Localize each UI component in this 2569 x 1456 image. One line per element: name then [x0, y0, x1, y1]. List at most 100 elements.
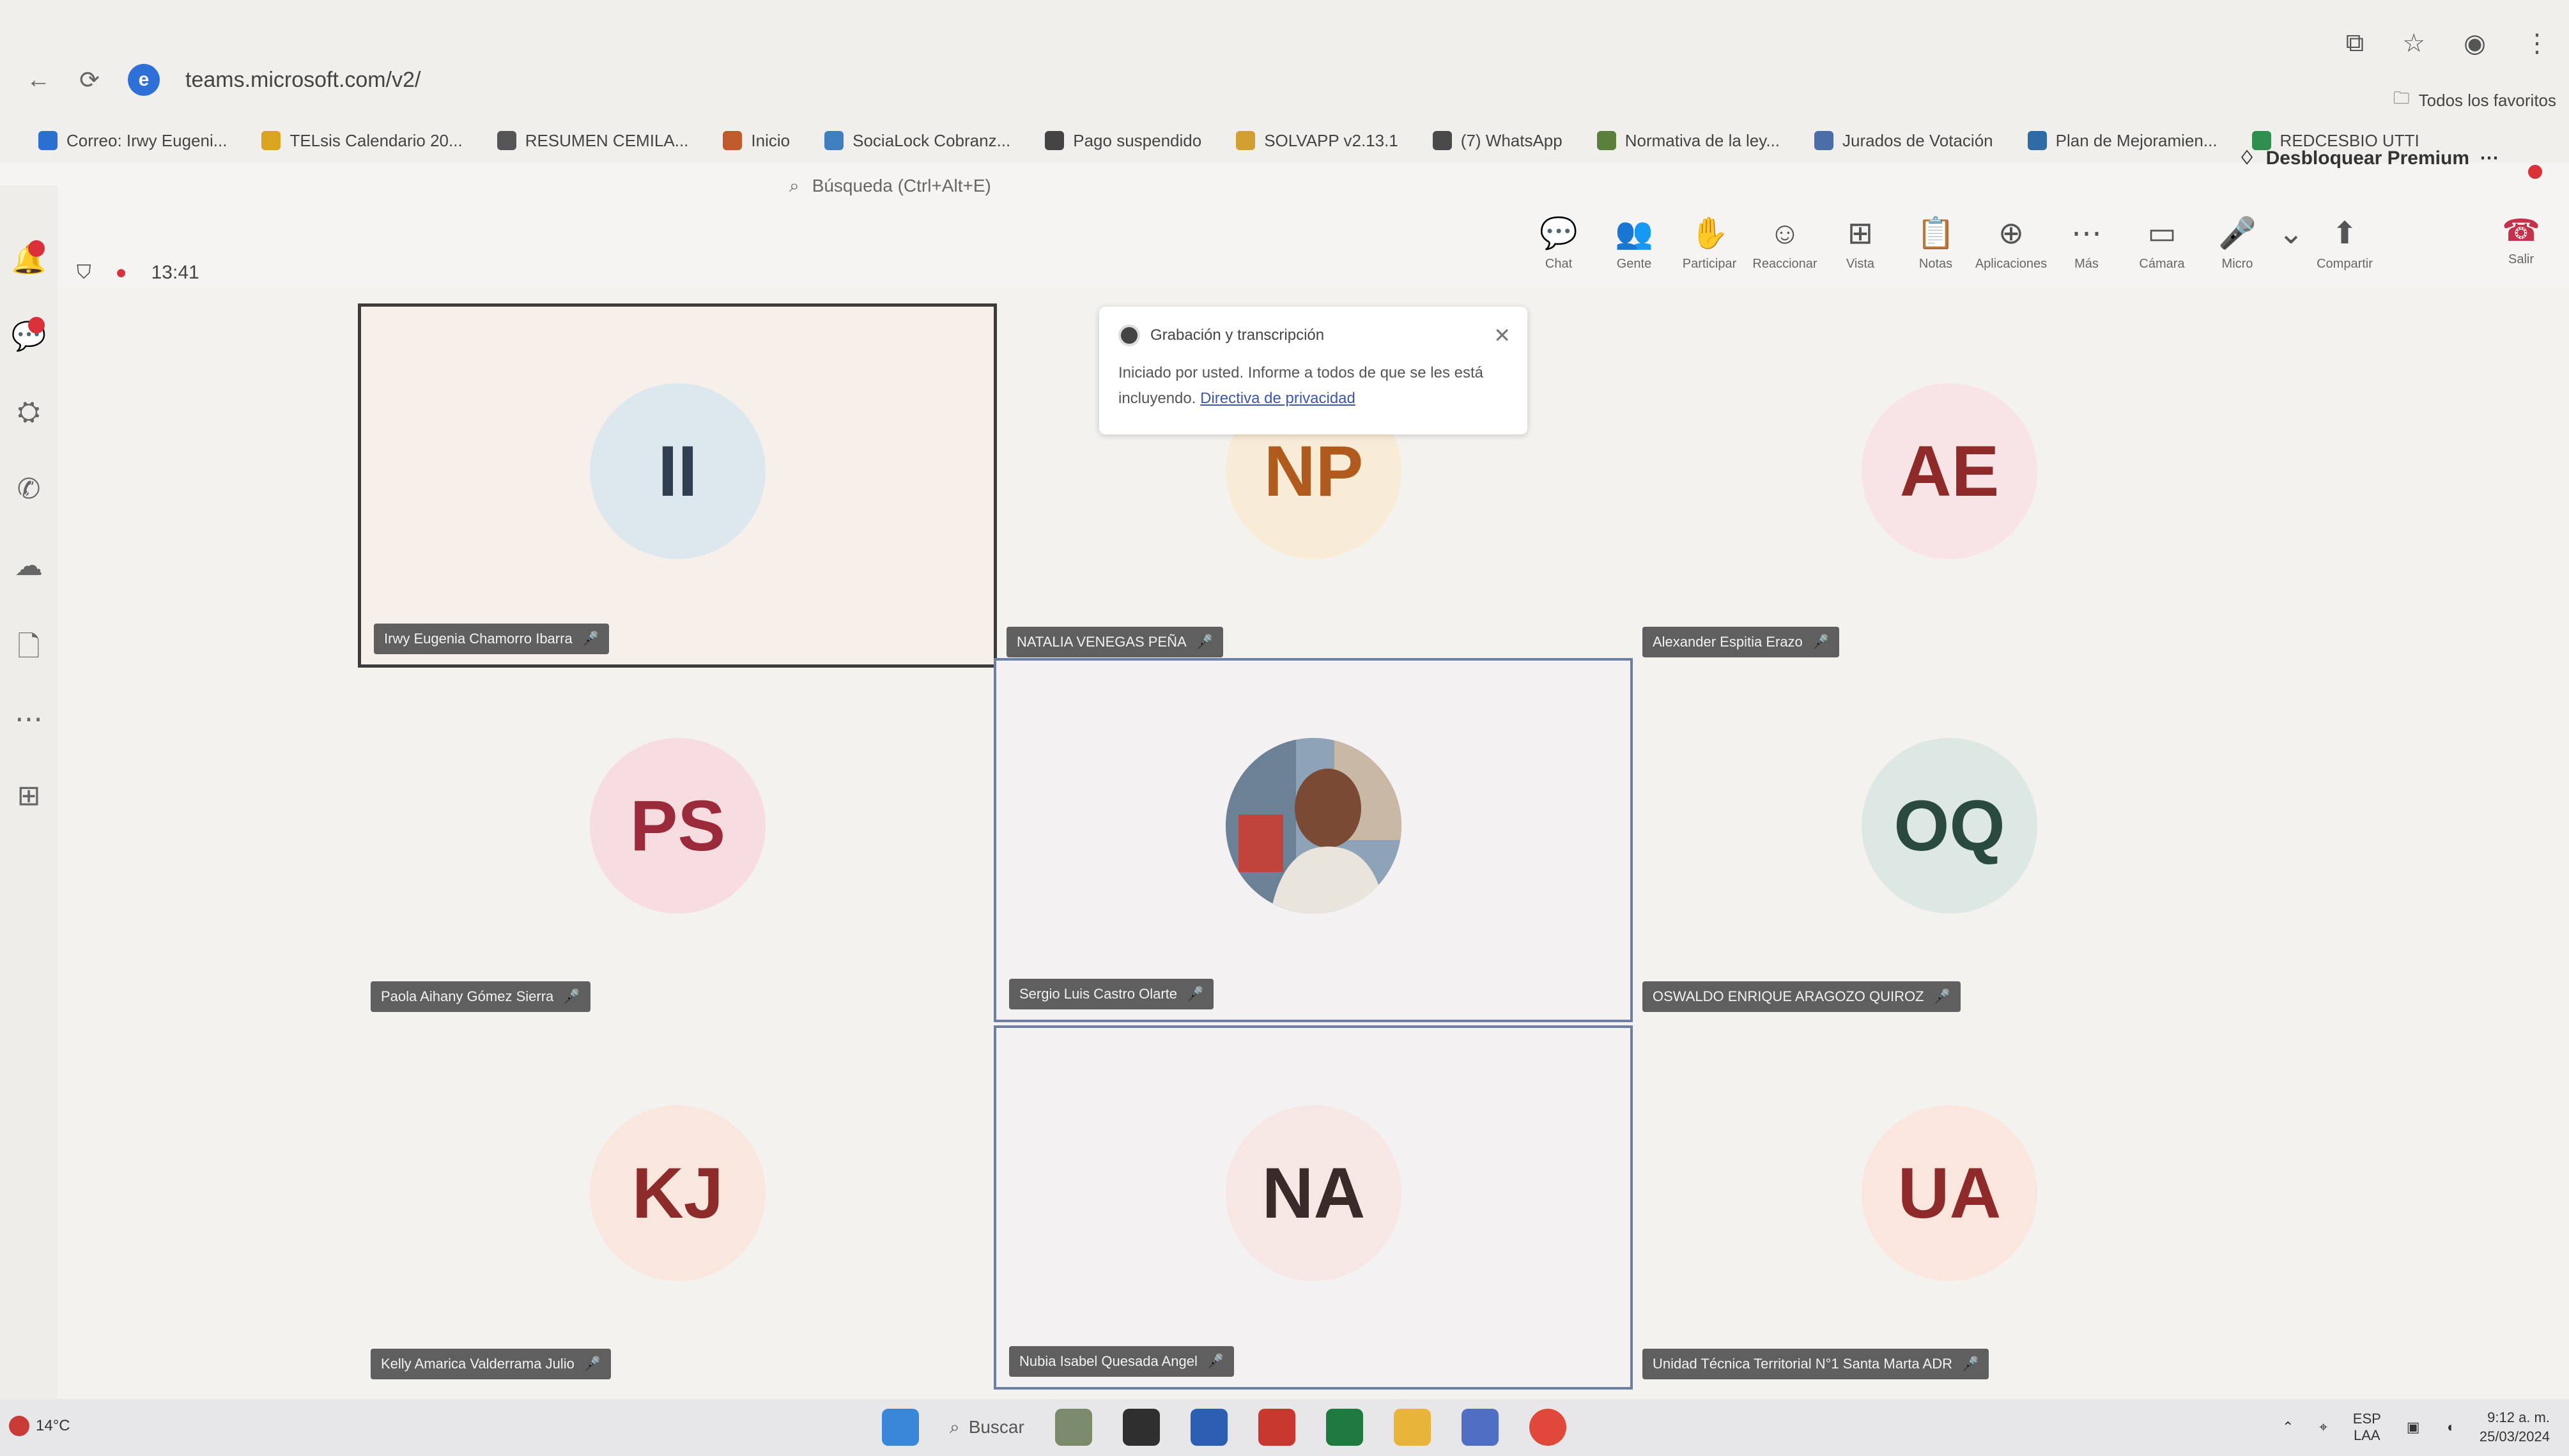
participant-tile[interactable]: AE Alexander Espitia Erazo 🎤 [1630, 303, 2269, 668]
menu-icon[interactable]: ⋮ [2524, 29, 2550, 58]
cast-icon[interactable]: ⧉ [2346, 29, 2365, 58]
recording-title-row: Grabación y transcripción [1118, 325, 1508, 346]
bookmark-favicon-icon [497, 131, 516, 150]
participant-tile[interactable]: Sergio Luis Castro Olarte 🎤 [994, 658, 1633, 1022]
bookmark-favicon-icon [2027, 131, 2047, 150]
bookmark-label: Pago suspendido [1073, 130, 1202, 150]
language-sub: LAA [2353, 1427, 2380, 1443]
toolbar-button-notes[interactable]: 📋 Notas [1898, 217, 1973, 272]
participant-tile[interactable]: PS Paola Aihany Gómez Sierra 🎤 [358, 658, 997, 1022]
browser-actions: ⧉ ☆ ◉ ⋮ [2346, 29, 2550, 58]
participant-name: NATALIA VENEGAS PEÑA [1017, 634, 1187, 650]
search-icon: ⌕ [789, 176, 799, 195]
participant-tile[interactable]: II Irwy Eugenia Chamorro Ibarra 🎤 [358, 303, 997, 668]
participant-avatar: OQ [1862, 738, 2037, 914]
chrome-icon[interactable] [1529, 1409, 1566, 1446]
folder-icon[interactable] [1393, 1409, 1431, 1446]
bookmark-item[interactable]: Inicio [723, 131, 790, 151]
profile-icon[interactable]: ◉ [2464, 29, 2486, 58]
widget-app-icon[interactable] [1054, 1409, 1092, 1446]
meeting-toolbar: 💬 Chat 👥 Gente ✋ Participar ☺ Reaccionar ⊞ Vista 📋… [1521, 217, 2382, 272]
toolbar-button-people[interactable]: 👥 Gente [1596, 217, 1672, 272]
toolbar-button-share[interactable]: ⬆ Compartir [2307, 217, 2382, 272]
toolbar-button-more[interactable]: ⋯ Más [2049, 217, 2124, 272]
participant-tile[interactable]: NA Nubia Isabel Quesada Angel 🎤 [994, 1025, 1633, 1390]
bookmark-item[interactable]: RESUMEN CEMILA... [497, 131, 688, 151]
toolbar-label: Más [2074, 257, 2099, 271]
participant-tile[interactable]: KJ Kelly Amarica Valderrama Julio 🎤 [358, 1025, 997, 1390]
search-hint-text: Búsqueda (Ctrl+Alt+E) [812, 176, 991, 195]
premium-button[interactable]: ♢ Desbloquear Premium ⋯ [2239, 147, 2499, 169]
rail-teams[interactable]: ⛭ [8, 396, 50, 428]
address-bar: ← ⟳ e teams.microsoft.com/v2/ [26, 64, 420, 96]
chevron-up-icon[interactable]: ⌃ [2282, 1419, 2294, 1436]
recording-body: Iniciado por usted. Informe a todos de q… [1118, 360, 1508, 411]
privacy-link[interactable]: Directiva de privacidad [1200, 390, 1355, 407]
rail-more[interactable]: ⋯ [8, 703, 50, 735]
bookmark-item[interactable]: Pago suspendido [1045, 131, 1201, 151]
participant-avatar: II [590, 383, 766, 559]
rail-files[interactable]: 🗋 [8, 626, 50, 674]
bookmark-label: TELsis Calendario 20... [289, 130, 463, 150]
toolbar-button-react[interactable]: ☺ Reaccionar [1747, 217, 1823, 272]
weather-widget[interactable]: 14°C [9, 1416, 70, 1436]
network-icon[interactable]: ▣ [2407, 1419, 2420, 1436]
recording-title: Grabación y transcripción [1150, 326, 1325, 344]
rail-onedrive[interactable]: ☁ [8, 549, 50, 582]
back-icon[interactable]: ← [26, 66, 51, 93]
toolbar-label: Reaccionar [1752, 257, 1817, 271]
toolbar-button-apps[interactable]: ⊕ Aplicaciones [1973, 217, 2049, 272]
bookmark-item[interactable]: Normativa de la ley... [1596, 131, 1780, 151]
windows-start-icon[interactable] [882, 1409, 919, 1446]
toolbar-button-chevron-down[interactable]: ⌄ [2275, 217, 2307, 272]
toolbar-label: Cámara [2139, 257, 2185, 271]
excel-icon[interactable] [1325, 1409, 1363, 1446]
bookmark-item[interactable]: Jurados de Votación [1814, 131, 1993, 151]
close-icon[interactable]: ✕ [1493, 323, 1511, 348]
leave-label: Salir [2508, 252, 2534, 266]
bookmark-item[interactable]: TELsis Calendario 20... [261, 130, 463, 151]
participant-name-tag: Paola Aihany Gómez Sierra 🎤 [371, 981, 590, 1012]
teams-search[interactable]: ⌕ Búsqueda (Ctrl+Alt+E) [789, 176, 991, 197]
toolbar-button-raise-hand[interactable]: ✋ Participar [1672, 217, 1747, 272]
bookmark-item[interactable]: Plan de Mejoramien... [2027, 131, 2218, 151]
toolbar-button-view[interactable]: ⊞ Vista [1823, 217, 1898, 272]
bookmark-item[interactable]: Correo: Irwy Eugeni... [38, 131, 227, 151]
toolbar-button-chat[interactable]: 💬 Chat [1521, 217, 1596, 272]
participant-tile[interactable]: OQ OSWALDO ENRIQUE ARAGOZO QUIROZ 🎤 [1630, 658, 2269, 1022]
word-icon[interactable] [1190, 1409, 1228, 1446]
url-text[interactable]: teams.microsoft.com/v2/ [185, 68, 420, 93]
powerpoint-icon[interactable] [1258, 1409, 1295, 1446]
toolbar-button-camera-off[interactable]: ▭ Cámara [2124, 217, 2200, 272]
bookmark-item[interactable]: (7) WhatsApp [1432, 131, 1562, 151]
language-indicator[interactable]: ESP LAA [2353, 1411, 2381, 1444]
apps-icon: ⊞ [17, 780, 41, 811]
clock-date: 25/03/2024 [2479, 1429, 2550, 1445]
reload-icon[interactable]: ⟳ [77, 67, 102, 94]
teams-icon: ⛭ [17, 396, 40, 427]
rail-activity[interactable]: 🔔 [8, 240, 50, 276]
clock[interactable]: 9:12 a. m. 25/03/2024 [2480, 1408, 2550, 1446]
rail-calls[interactable]: ✆ [8, 473, 50, 505]
bookmark-item[interactable]: SociaLock Cobranz... [824, 131, 1010, 151]
teams-app-icon[interactable] [1461, 1409, 1499, 1446]
toolbar-button-mic[interactable]: 🎤 Micro [2200, 217, 2275, 272]
file-explorer-icon[interactable] [1122, 1409, 1160, 1446]
participant-name: OSWALDO ENRIQUE ARAGOZO QUIROZ [1653, 988, 1924, 1004]
bookmark-item[interactable]: SOLVAPP v2.13.1 [1236, 131, 1398, 151]
participant-avatar: AE [1862, 383, 2037, 559]
system-tray: ⌃ ⌖ ESP LAA ▣ ◖ 9:12 a. m. 25/03/2024 [2282, 1408, 2550, 1446]
rail-apps[interactable]: ⊞ [8, 779, 50, 812]
participant-tile[interactable]: UA Unidad Técnica Territorial N°1 Santa M… [1630, 1025, 2269, 1390]
location-icon: ⌖ [2319, 1419, 2327, 1435]
leave-button[interactable]: ☎ Salir [2486, 204, 2556, 275]
taskbar-search[interactable]: ⌕ Buscar [950, 1417, 1024, 1438]
mic-icon: 🎤 [1186, 986, 1204, 1002]
rail-chat[interactable]: 💬 [8, 317, 50, 353]
volume-icon[interactable]: ◖ [2446, 1419, 2454, 1436]
all-bookmarks-label: Todos los favoritos [2418, 90, 2556, 110]
all-bookmarks[interactable]: 🗀 Todos los favoritos [2393, 86, 2556, 114]
more-icon[interactable]: ⋯ [2480, 147, 2499, 169]
star-icon[interactable]: ☆ [2402, 29, 2425, 58]
mic-icon: 🎤 [562, 988, 580, 1004]
